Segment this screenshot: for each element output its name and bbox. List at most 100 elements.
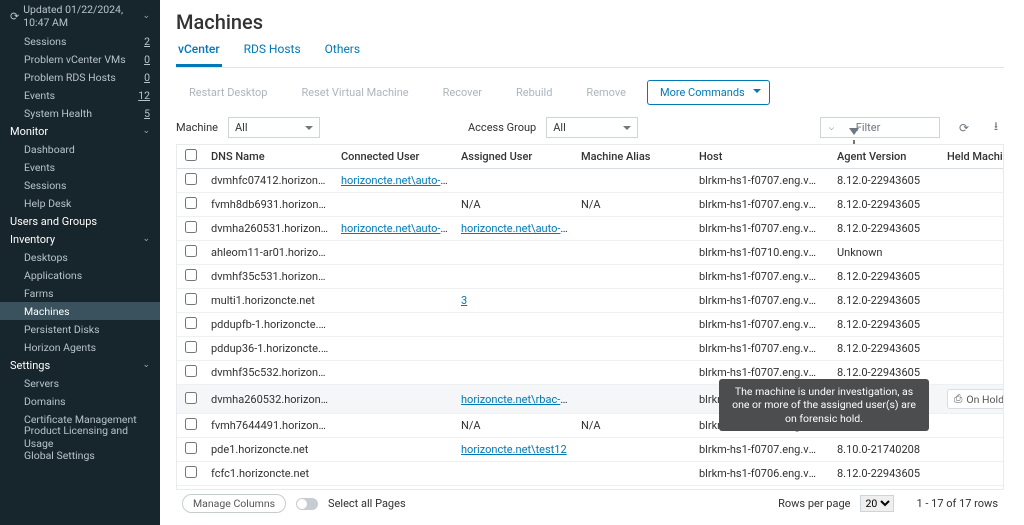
col-held[interactable]: Held Machine xyxy=(941,145,1004,169)
row-checkbox[interactable] xyxy=(185,392,197,404)
col-connected[interactable]: Connected User xyxy=(335,145,455,169)
on-hold-badge[interactable]: ⎙On Hold xyxy=(947,389,1004,409)
row-checkbox[interactable] xyxy=(185,269,197,281)
updated-row[interactable]: ⟳ Updated 01/22/2024, 10:47 AM ⌄ xyxy=(0,0,160,32)
rows-per-page-select[interactable]: 20 xyxy=(860,495,894,512)
cell xyxy=(575,385,693,414)
sidebar-item-product-licensing-and-usage[interactable]: Product Licensing and Usage xyxy=(0,428,160,446)
sidebar-item-label: Problem RDS Hosts xyxy=(24,71,116,84)
cell: blrkm-hs1-f0710.eng.vmware.com xyxy=(693,241,831,265)
sidebar-item-problem-vcenter-vms[interactable]: Problem vCenter VMs0 xyxy=(0,50,160,68)
sidebar-item-help-desk[interactable]: Help Desk xyxy=(0,194,160,212)
sidebar-item-sessions[interactable]: Sessions xyxy=(0,176,160,194)
select-all-checkbox[interactable] xyxy=(185,149,197,161)
sidebar-item-problem-rds-hosts[interactable]: Problem RDS Hosts0 xyxy=(0,68,160,86)
sidebar-item-events[interactable]: Events xyxy=(0,158,160,176)
cell xyxy=(335,438,455,462)
row-checkbox[interactable] xyxy=(185,466,197,478)
sidebar-item-horizon-agents[interactable]: Horizon Agents xyxy=(0,338,160,356)
held-cell xyxy=(941,217,1004,241)
cell: blrkm-hs1-f0707.eng.vmware.com xyxy=(693,193,831,217)
tab-vcenter[interactable]: vCenter xyxy=(176,42,222,67)
cell: 8.12.0-22943605 xyxy=(831,337,941,361)
machine-select[interactable]: All xyxy=(228,117,320,138)
select-all-header[interactable] xyxy=(177,145,205,169)
access-group-select[interactable]: All xyxy=(546,117,638,138)
link[interactable]: horizoncte.net\test12 xyxy=(461,443,567,456)
sidebar-item-system-health[interactable]: System Health5 xyxy=(0,104,160,122)
sidebar-item-machines[interactable]: Machines xyxy=(0,302,160,320)
tab-rds[interactable]: RDS Hosts xyxy=(242,42,303,67)
more-commands-button[interactable]: More Commands xyxy=(647,80,770,105)
cell: 3 xyxy=(455,289,575,313)
sidebar-item-global-settings[interactable]: Global Settings xyxy=(0,446,160,464)
sidebar-item-domains[interactable]: Domains xyxy=(0,392,160,410)
row-checkbox[interactable] xyxy=(185,197,197,209)
sidebar-item-label: Persistent Disks xyxy=(24,323,100,336)
link[interactable]: horizoncte.net\auto-8237859 xyxy=(341,222,455,235)
table-row[interactable]: multi1.horizoncte.net3blrkm-hs1-f0707.en… xyxy=(177,289,1004,313)
sidebar-users-head[interactable]: Users and Groups xyxy=(0,212,160,230)
link[interactable]: horizoncte.net\rbac-50 xyxy=(461,393,573,406)
table-row[interactable]: dvmhfc07412.horizoncte.nethorizoncte.net… xyxy=(177,169,1004,193)
refresh-icon[interactable]: ⟳ xyxy=(956,120,972,136)
cell: blrkm-hs1-f0707.eng.vmware.com xyxy=(693,313,831,337)
sidebar-item-label: Farms xyxy=(24,287,54,300)
col-dns[interactable]: DNS Name xyxy=(205,145,335,169)
row-checkbox[interactable] xyxy=(185,293,197,305)
cell xyxy=(575,462,693,486)
link[interactable]: 3 xyxy=(461,294,467,307)
filter-button[interactable]: Filter xyxy=(820,117,940,138)
sidebar-item-dashboard[interactable]: Dashboard xyxy=(0,140,160,158)
cell xyxy=(335,361,455,385)
refresh-icon: ⟳ xyxy=(10,10,19,23)
row-checkbox[interactable] xyxy=(185,418,197,430)
sidebar-inventory-head[interactable]: Inventory ⌄ xyxy=(0,230,160,248)
col-host[interactable]: Host xyxy=(693,145,831,169)
export-icon[interactable]: ⭳ xyxy=(988,120,1004,136)
row-checkbox[interactable] xyxy=(185,221,197,233)
held-cell xyxy=(941,265,1004,289)
cell: blrkm-hs1-f0707.eng.vmware.com xyxy=(693,337,831,361)
sidebar-item-servers[interactable]: Servers xyxy=(0,374,160,392)
row-checkbox[interactable] xyxy=(185,341,197,353)
table-row[interactable]: fvmh8db6931.horizoncte.netN/AN/Ablrkm-hs… xyxy=(177,193,1004,217)
table-row[interactable]: dvmhf35c531.horizoncte.netblrkm-hs1-f070… xyxy=(177,265,1004,289)
table-row[interactable]: dvmha260531.horizoncte.nethorizoncte.net… xyxy=(177,217,1004,241)
sidebar-item-sessions[interactable]: Sessions2 xyxy=(0,32,160,50)
sidebar-item-label: Horizon Agents xyxy=(24,341,96,354)
col-assigned[interactable]: Assigned User xyxy=(455,145,575,169)
table-row[interactable]: pddup36-1.horizoncte.netblrkm-hs1-f0707.… xyxy=(177,337,1004,361)
tab-others[interactable]: Others xyxy=(323,42,362,67)
col-alias[interactable]: Machine Alias xyxy=(575,145,693,169)
manage-columns-button[interactable]: Manage Columns xyxy=(182,494,286,513)
select-all-pages-toggle[interactable] xyxy=(296,498,318,510)
link[interactable]: horizoncte.net\auto-e972476 xyxy=(341,174,455,187)
row-checkbox[interactable] xyxy=(185,365,197,377)
cell: fvmh7644491.horizoncte.net xyxy=(205,414,335,438)
sidebar-item-desktops[interactable]: Desktops xyxy=(0,248,160,266)
sidebar-item-persistent-disks[interactable]: Persistent Disks xyxy=(0,320,160,338)
table-row[interactable]: fcfc1.horizoncte.netblrkm-hs1-f0706.eng.… xyxy=(177,462,1004,486)
row-checkbox[interactable] xyxy=(185,442,197,454)
cell: blrkm-hs1-f0706.eng.vmware.com xyxy=(693,462,831,486)
table-row[interactable]: pddupfb-1.horizoncte.netblrkm-hs1-f0707.… xyxy=(177,313,1004,337)
cell: Unknown xyxy=(831,241,941,265)
sidebar-item-applications[interactable]: Applications xyxy=(0,266,160,284)
sidebar-item-farms[interactable]: Farms xyxy=(0,284,160,302)
sidebar-settings-head[interactable]: Settings ⌄ xyxy=(0,356,160,374)
sidebar-monitor-head[interactable]: Monitor ⌄ xyxy=(0,122,160,140)
held-cell xyxy=(941,169,1004,193)
col-agent[interactable]: Agent Version xyxy=(831,145,941,169)
cell xyxy=(335,337,455,361)
sidebar-inventory-label: Inventory xyxy=(10,233,55,246)
sidebar-item-events[interactable]: Events12 xyxy=(0,86,160,104)
row-checkbox[interactable] xyxy=(185,173,197,185)
row-checkbox[interactable] xyxy=(185,317,197,329)
table-wrap[interactable]: DNS Name Connected User Assigned User Ma… xyxy=(176,144,1004,489)
table-row[interactable]: pde1.horizoncte.nethorizoncte.net\test12… xyxy=(177,438,1004,462)
table-row[interactable]: ahleom11-ar01.horizoncte.netblrkm-hs1-f0… xyxy=(177,241,1004,265)
link[interactable]: horizoncte.net\auto-8237859 xyxy=(461,222,575,235)
row-checkbox[interactable] xyxy=(185,245,197,257)
cell: horizoncte.net\auto-8237859 xyxy=(335,217,455,241)
